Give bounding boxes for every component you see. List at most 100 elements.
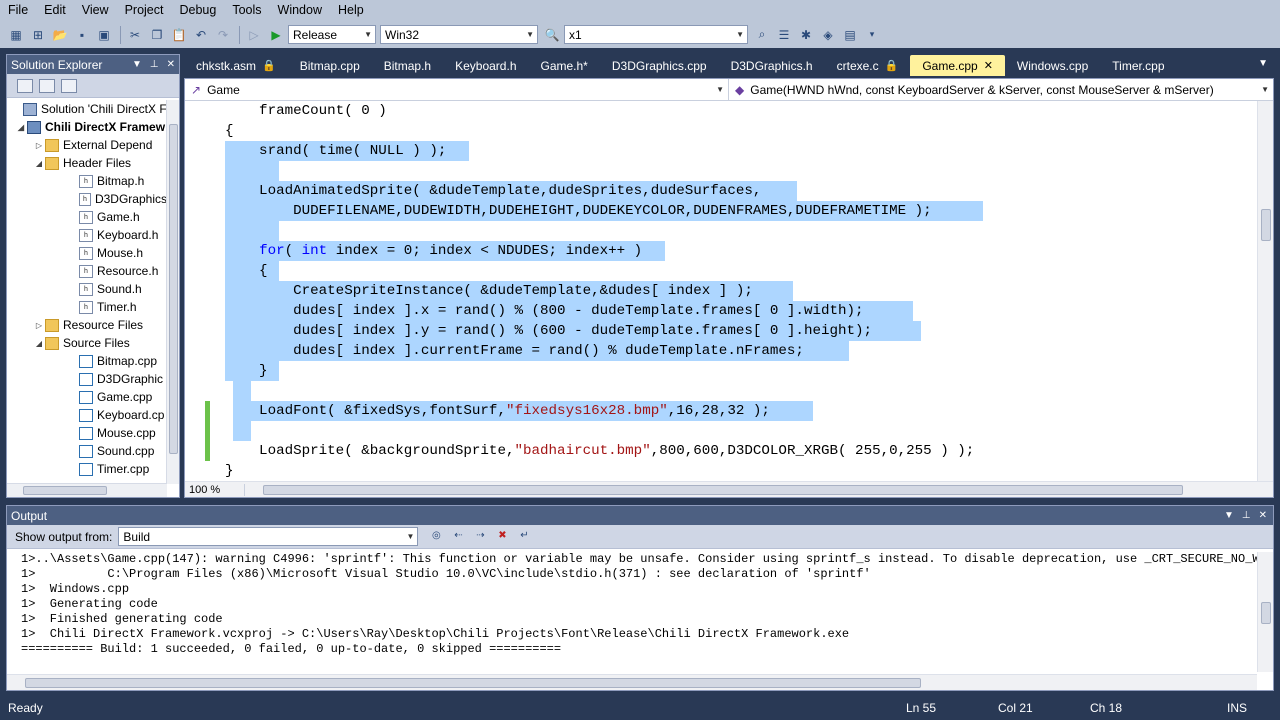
tree-item-file[interactable]: h Game.h (7, 208, 167, 226)
paste-icon[interactable]: 📋 (169, 25, 189, 45)
tab-d3dgraphics-h[interactable]: D3DGraphics.h (719, 55, 825, 76)
save-all-icon[interactable]: ▣ (94, 25, 114, 45)
show-all-files-icon[interactable] (39, 78, 55, 93)
dropdown-icon[interactable]: ▼ (1224, 510, 1234, 521)
tree-item-file[interactable]: D3DGraphic (7, 370, 167, 388)
solution-explorer-icon[interactable]: ☰ (774, 25, 794, 45)
type-select[interactable]: ↗ Game ▼ (185, 79, 729, 100)
add-item-icon[interactable]: ⊞ (28, 25, 48, 45)
redo-icon[interactable]: ↷ (213, 25, 233, 45)
tree-item-file[interactable]: Bitmap.cpp (7, 352, 167, 370)
navigate-icon[interactable]: ▷ (244, 25, 264, 45)
code-area[interactable]: frameCount( 0 ) { srand( time( NULL ) );… (185, 101, 1257, 481)
close-icon[interactable]: ✕ (1259, 510, 1267, 521)
output-hscrollbar[interactable] (7, 674, 1257, 690)
object-browser-icon[interactable]: ◈ (818, 25, 838, 45)
output-source-select[interactable]: Build ▼ (118, 527, 419, 546)
tree-item-file[interactable]: h Sound.h (7, 280, 167, 298)
tree-item-folder[interactable]: ▷ Resource Files (7, 316, 167, 334)
member-select[interactable]: ◆ Game(HWND hWnd, const KeyboardServer &… (729, 79, 1273, 100)
find-in-files-icon[interactable]: 🔍 (542, 25, 562, 45)
tree-item-file[interactable]: h Timer.h (7, 298, 167, 316)
properties-icon[interactable]: ✱ (796, 25, 816, 45)
tree-item-file[interactable]: h Resource.h (7, 262, 167, 280)
menu-project[interactable]: Project (117, 0, 172, 21)
tree-item-file[interactable]: Game.cpp (7, 388, 167, 406)
tab-chkstk-asm[interactable]: chkstk.asm 🔒 (184, 55, 288, 76)
prev-message-icon[interactable]: ⇠ (450, 530, 466, 544)
menu-tools[interactable]: Tools (224, 0, 269, 21)
toolbar-overflow-icon[interactable]: ▾ (862, 25, 882, 45)
tree-item-file[interactable]: Sound.cpp (7, 442, 167, 460)
find-combo[interactable]: x1 ▼ (564, 25, 748, 44)
tree-item-file[interactable]: Mouse.cpp (7, 424, 167, 442)
menu-debug[interactable]: Debug (171, 0, 224, 21)
tree-item-folder[interactable]: ◢ Source Files (7, 334, 167, 352)
menu-window[interactable]: Window (270, 0, 330, 21)
tree-item-file[interactable]: h Mouse.h (7, 244, 167, 262)
tree-item-file[interactable]: h Keyboard.h (7, 226, 167, 244)
cut-icon[interactable]: ✂ (125, 25, 145, 45)
open-file-icon[interactable]: 📂 (50, 25, 70, 45)
tab-overflow-icon[interactable]: ▼ (1258, 58, 1268, 69)
tab-game-h[interactable]: Game.h* (529, 55, 600, 76)
tree-item-file[interactable]: h Bitmap.h (7, 172, 167, 190)
solution-explorer-vscrollbar[interactable] (166, 100, 179, 484)
output-text[interactable]: 1>..\Assets\Game.cpp(147): warning C4996… (21, 552, 1257, 662)
tree-item-folder[interactable]: ◢ Header Files (7, 154, 167, 172)
tree-item-file[interactable]: Timer.cpp (7, 460, 167, 478)
menu-edit[interactable]: Edit (36, 0, 74, 21)
scroll-thumb[interactable] (23, 486, 107, 495)
new-project-icon[interactable]: ▦ (6, 25, 26, 45)
save-icon[interactable]: ▪ (72, 25, 92, 45)
tab-d3dgraphics-cpp[interactable]: D3DGraphics.cpp (600, 55, 719, 76)
pin-icon[interactable]: ⊥ (150, 59, 159, 70)
collapse-arrow-icon[interactable]: ◢ (33, 159, 45, 168)
expand-arrow-icon[interactable]: ▷ (33, 141, 45, 150)
expand-arrow-icon[interactable]: ▷ (33, 321, 45, 330)
scroll-thumb[interactable] (1261, 602, 1271, 624)
scroll-thumb[interactable] (169, 124, 178, 454)
tab-bitmap-cpp[interactable]: Bitmap.cpp (288, 55, 372, 76)
code-editor[interactable]: ↗ Game ▼ ◆ Game(HWND hWnd, const Keyboar… (184, 78, 1274, 498)
collapse-arrow-icon[interactable]: ◢ (15, 123, 27, 132)
toolbox-icon[interactable]: ▤ (840, 25, 860, 45)
dropdown-icon[interactable]: ▼ (132, 59, 142, 70)
menu-view[interactable]: View (74, 0, 117, 21)
tab-game-cpp[interactable]: Game.cpp ✕ (910, 55, 1005, 76)
platform-select[interactable]: Win32 ▼ (380, 25, 538, 44)
copy-icon[interactable]: ❐ (147, 25, 167, 45)
editor-hscroll-thumb[interactable] (263, 485, 1183, 495)
tree-item-folder[interactable]: ▷ External Depend (7, 136, 167, 154)
close-icon[interactable]: ✕ (167, 59, 175, 70)
tree-item-file[interactable]: h D3DGraphics (7, 190, 167, 208)
next-message-icon[interactable]: ⇢ (472, 530, 488, 544)
solution-config-select[interactable]: Release ▼ (288, 25, 376, 44)
menu-file[interactable]: File (0, 0, 36, 21)
scroll-thumb[interactable] (25, 678, 921, 688)
tree-item-file[interactable]: Keyboard.cp (7, 406, 167, 424)
menu-help[interactable]: Help (330, 0, 372, 21)
scroll-thumb[interactable] (1261, 209, 1271, 241)
tree-item-project[interactable]: ◢ Chili DirectX Framew (7, 118, 167, 136)
undo-icon[interactable]: ↶ (191, 25, 211, 45)
tree-item-solution[interactable]: Solution 'Chili DirectX F (7, 100, 167, 118)
collapse-arrow-icon[interactable]: ◢ (33, 339, 45, 348)
tab-crtexe-c[interactable]: crtexe.c 🔒 (825, 55, 911, 76)
start-debugging-icon[interactable]: ▶ (266, 25, 286, 45)
output-vscrollbar[interactable] (1257, 552, 1273, 672)
zoom-level[interactable]: 100 % (185, 483, 245, 496)
editor-vscrollbar[interactable] (1257, 101, 1273, 481)
find-message-icon[interactable]: ◎ (428, 530, 444, 544)
clear-all-icon[interactable]: ✖ (494, 530, 510, 544)
word-wrap-icon[interactable]: ↵ (516, 530, 532, 544)
refresh-icon[interactable] (61, 78, 77, 93)
tab-bitmap-h[interactable]: Bitmap.h (372, 55, 443, 76)
tab-windows-cpp[interactable]: Windows.cpp (1005, 55, 1100, 76)
close-icon[interactable]: ✕ (984, 59, 993, 72)
properties-icon[interactable] (17, 78, 33, 93)
solution-explorer-hscrollbar[interactable] (7, 483, 167, 497)
pin-icon[interactable]: ⊥ (1242, 510, 1251, 521)
tab-keyboard-h[interactable]: Keyboard.h (443, 55, 528, 76)
find-icon[interactable]: ⌕ (752, 25, 772, 45)
